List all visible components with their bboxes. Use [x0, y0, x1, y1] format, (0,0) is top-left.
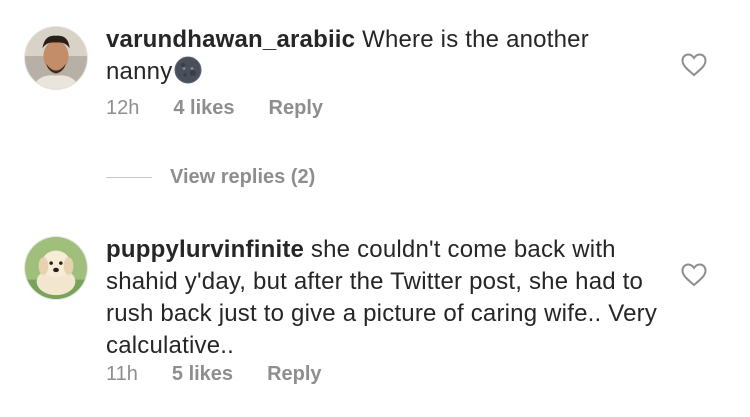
comment-likes-count[interactable]: 4 likes: [173, 96, 234, 120]
comment-likes-count[interactable]: 5 likes: [172, 362, 233, 386]
comment-timestamp: 12h: [106, 97, 140, 119]
avatar[interactable]: [24, 236, 88, 300]
comment-text: puppylurvinfinite she couldn't come back…: [106, 234, 661, 362]
puppy-avatar-image: [25, 237, 87, 299]
reply-button[interactable]: Reply: [267, 362, 321, 386]
comment-username[interactable]: puppylurvinfinite: [106, 236, 304, 263]
user-avatar-image: [25, 27, 87, 89]
new-moon-face-emoji: [174, 56, 202, 84]
comment-username[interactable]: varundhawan_arabiic: [106, 26, 355, 53]
comments-section: varundhawan_arabiic Where is the another…: [0, 0, 750, 417]
comment-text: varundhawan_arabiic Where is the another…: [106, 24, 661, 88]
comment-meta: 12h 4 likes Reply: [106, 96, 323, 120]
view-replies-link[interactable]: View replies (2): [106, 166, 315, 189]
comment-meta: 11h 5 likes Reply: [106, 362, 322, 386]
heart-outline-icon[interactable]: [681, 263, 707, 287]
reply-button[interactable]: Reply: [269, 96, 323, 120]
view-replies-label: View replies (2): [170, 166, 316, 188]
avatar[interactable]: [24, 26, 88, 90]
comment-timestamp: 11h: [106, 363, 138, 385]
replies-divider-line: [106, 177, 152, 178]
heart-outline-icon[interactable]: [681, 53, 707, 77]
